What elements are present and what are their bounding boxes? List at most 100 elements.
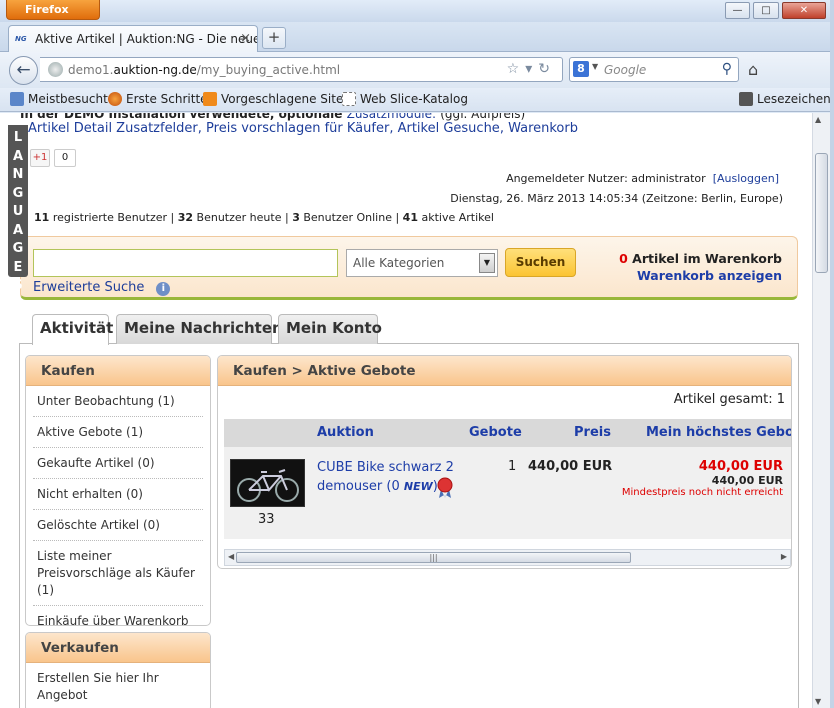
- sidebar-item-watching[interactable]: Unter Beobachtung (1): [33, 386, 203, 417]
- col-bids[interactable]: Gebote: [469, 425, 522, 440]
- dropdown-arrow-icon[interactable]: ▾: [525, 61, 538, 77]
- current-datetime: Dienstag, 26. März 2013 14:05:34 (Zeitzo…: [450, 192, 783, 205]
- scroll-right-icon[interactable]: ▶: [781, 552, 787, 561]
- seller-link[interactable]: demouser: [317, 479, 382, 494]
- search-panel: Alle Kategorien ▼ Suchen 0 Artikel im Wa…: [20, 236, 798, 300]
- bookmark-web-slice[interactable]: Web Slice-Katalog: [342, 92, 468, 106]
- bookmark-first-steps[interactable]: Erste Schritte: [108, 92, 208, 106]
- col-auction[interactable]: Auktion: [317, 425, 374, 440]
- maximize-button[interactable]: □: [753, 2, 779, 19]
- sidebar-item-cart-purchases[interactable]: Einkäufe über Warenkorb (0): [33, 606, 203, 625]
- magnifier-icon[interactable]: ⚲: [722, 61, 732, 77]
- window-titlebar: Firefox — □ ✕: [0, 0, 834, 22]
- horizontal-scrollbar[interactable]: ◀ ||| ▶: [224, 549, 791, 566]
- google-engine-icon[interactable]: 8: [573, 61, 589, 77]
- image-caption: 33: [258, 512, 275, 527]
- bookmark-star-icon[interactable]: ☆: [507, 61, 526, 77]
- sidebar-item-bought[interactable]: Gekaufte Artikel (0): [33, 448, 203, 479]
- item-title-link[interactable]: CUBE Bike schwarz 2: [317, 460, 454, 475]
- tab-nachrichten[interactable]: Meine Nachrichten: [116, 314, 283, 344]
- sidebar-item-active-bids[interactable]: Aktive Gebote (1): [33, 417, 203, 448]
- col-price[interactable]: Preis: [574, 425, 611, 440]
- cart-summary: 0 Artikel im Warenkorb Warenkorb anzeige…: [619, 251, 782, 283]
- suggested-sites-icon: [203, 92, 217, 106]
- table-row: 33 CUBE Bike schwarz 2 demouser (0 NEW) …: [224, 447, 791, 539]
- link-artikel-detail[interactable]: Artikel Detail Zusatzfelder: [28, 121, 198, 136]
- scroll-down-icon[interactable]: ▼: [815, 697, 821, 706]
- sidebar-item-price-offers[interactable]: Liste meiner Preisvorschläge als Käufer …: [33, 541, 203, 606]
- tab-strip: NG Aktive Artikel | Auktion:NG - Die neu…: [0, 22, 834, 52]
- vertical-scroll-thumb[interactable]: [815, 153, 828, 273]
- sidebar-item-deleted[interactable]: Gelöschte Artikel (0): [33, 510, 203, 541]
- vertical-scrollbar[interactable]: ▲ ▼: [812, 113, 830, 708]
- scroll-up-icon[interactable]: ▲: [815, 115, 821, 124]
- col-max-bid[interactable]: Mein höchstes Gebot: [646, 425, 791, 440]
- advanced-search-link[interactable]: Erweiterte Suche: [33, 280, 144, 295]
- bookmark-suggested-sites[interactable]: Vorgeschlagene Sites: [203, 92, 350, 106]
- url-text[interactable]: demo1.auktion-ng.de/my_buying_active.htm…: [68, 63, 340, 77]
- firefox-icon: [108, 92, 122, 106]
- total-items: Artikel gesamt: 1: [673, 392, 785, 407]
- address-bar[interactable]: demo1.auktion-ng.de/my_buying_active.htm…: [40, 57, 563, 82]
- search-placeholder: Google: [604, 63, 647, 77]
- bookmark-icon: [10, 92, 24, 106]
- home-icon[interactable]: ⌂: [748, 60, 758, 79]
- sidebar-buy: Kaufen Unter Beobachtung (1) Aktive Gebo…: [25, 355, 211, 626]
- page-viewport: LANGUAGES In der DEMO Installation verwe…: [0, 113, 812, 708]
- google-plus-count: 0: [54, 149, 76, 167]
- sidebar-item-create-offer[interactable]: Erstellen Sie hier Ihr Angebot: [33, 663, 203, 708]
- reload-icon[interactable]: ↻: [538, 61, 556, 77]
- navigation-toolbar: demo1.auktion-ng.de/my_buying_active.htm…: [0, 52, 834, 88]
- item-thumbnail[interactable]: [230, 459, 305, 507]
- link-warenkorb[interactable]: Warenkorb: [508, 121, 578, 136]
- url-actions: ☆▾↻: [507, 61, 556, 77]
- web-search-box[interactable]: 8 ▼ Google ⚲: [569, 57, 739, 82]
- item-title: CUBE Bike schwarz 2 demouser (0 NEW): [317, 460, 454, 494]
- chevron-down-icon[interactable]: ▼: [479, 253, 495, 273]
- web-slice-icon: [342, 92, 356, 106]
- advanced-search: Erweiterte Suche i: [33, 280, 171, 296]
- bid-count: 1: [508, 459, 517, 474]
- window-border: [830, 0, 834, 708]
- logged-in-user: Angemeldeter Nutzer: administrator [Ausl…: [506, 172, 779, 185]
- max-bid-cell: 440,00 EUR 440,00 EUR Mindestpreis noch …: [622, 459, 783, 498]
- firefox-menu-button[interactable]: Firefox: [6, 0, 100, 20]
- site-favicon-icon: NG: [15, 35, 27, 43]
- active-bids-panel: Kaufen > Aktive Gebote Artikel gesamt: 1…: [217, 355, 792, 569]
- back-button[interactable]: ←: [9, 56, 38, 85]
- view-cart-link[interactable]: Warenkorb anzeigen: [619, 268, 782, 283]
- engine-dropdown-icon[interactable]: ▼: [592, 62, 598, 71]
- tab-konto[interactable]: Mein Konto: [278, 314, 382, 344]
- current-price: 440,00 EUR: [528, 459, 613, 474]
- languages-tab[interactable]: LANGUAGES: [8, 125, 28, 293]
- new-seller-badge: NEW: [403, 480, 433, 493]
- minimize-button[interactable]: —: [725, 2, 750, 19]
- bike-image: [237, 469, 299, 502]
- logout-link[interactable]: [Ausloggen]: [713, 172, 779, 185]
- search-button[interactable]: Suchen: [505, 248, 576, 277]
- tab-aktivitaet[interactable]: Aktivität: [32, 314, 113, 345]
- modules-link[interactable]: Zusatzmodule:: [347, 113, 436, 121]
- bookmarks-menu[interactable]: Lesezeichen: [739, 92, 831, 106]
- sidebar-buy-title: Kaufen: [26, 356, 210, 386]
- seller-feedback[interactable]: 0: [391, 479, 399, 494]
- demo-modules-line: In der DEMO Installation verwendete, opt…: [20, 113, 525, 121]
- category-select[interactable]: Alle Kategorien ▼: [346, 249, 498, 277]
- site-stats: 11 registrierte Benutzer | 32 Benutzer h…: [34, 211, 494, 224]
- link-preis-vorschlagen[interactable]: Preis vorschlagen für Käufer: [206, 121, 389, 136]
- google-plus-widget: +1 0: [30, 149, 76, 169]
- bookmark-most-visited[interactable]: Meistbesucht: [10, 92, 108, 106]
- active-bids-title: Kaufen > Aktive Gebote: [218, 356, 791, 386]
- table-header: Auktion Gebote Preis Mein höchstes Gebot: [224, 419, 791, 447]
- close-tab-icon[interactable]: ×: [240, 31, 251, 46]
- new-tab-button[interactable]: +: [262, 27, 286, 49]
- google-plus-button[interactable]: +1: [30, 149, 50, 167]
- close-window-button[interactable]: ✕: [782, 2, 826, 19]
- info-icon[interactable]: i: [156, 282, 171, 296]
- browser-tab-active[interactable]: NG Aktive Artikel | Auktion:NG - Die neu…: [8, 25, 258, 52]
- scroll-left-icon[interactable]: ◀: [228, 552, 234, 561]
- link-gesuche[interactable]: Artikel Gesuche: [398, 121, 500, 136]
- keyword-input[interactable]: [33, 249, 338, 277]
- sidebar-item-not-received[interactable]: Nicht erhalten (0): [33, 479, 203, 510]
- scroll-thumb[interactable]: |||: [236, 552, 631, 563]
